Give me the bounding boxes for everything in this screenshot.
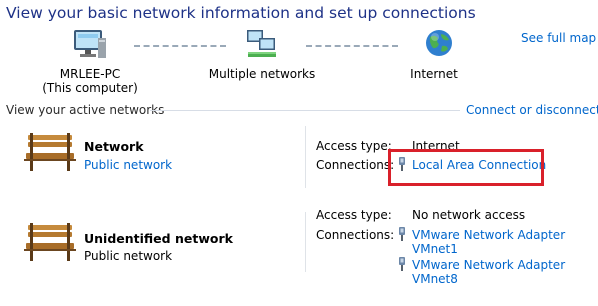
connection-icon	[396, 226, 408, 245]
vertical-divider	[305, 212, 306, 272]
divider	[150, 110, 460, 111]
computer-sub: (This computer)	[42, 81, 138, 95]
connections-label: Connections:	[316, 228, 395, 242]
network-name: Unidentified network	[84, 231, 233, 246]
network-category-link[interactable]: Public network	[84, 158, 172, 172]
network-name: Network	[84, 139, 144, 154]
globe-icon	[424, 28, 454, 58]
access-type-value: No network access	[412, 208, 526, 222]
connect-or-disconnect-link[interactable]: Connect or disconnect	[466, 103, 598, 117]
vmnet1-connection-link[interactable]: VMware Network Adapter VMnet1	[412, 228, 565, 256]
access-type-label: Access type:	[316, 139, 392, 153]
page-title: View your basic network information and …	[6, 4, 476, 22]
vmnet1-line1: VMware Network Adapter	[412, 228, 566, 242]
network-category: Public network	[84, 249, 173, 263]
connections-label: Connections:	[316, 158, 395, 172]
vmnet8-connection-link[interactable]: VMware Network Adapter VMnet8	[412, 258, 565, 286]
computer-label: MRLEE-PC (This computer)	[40, 67, 140, 95]
highlight-box	[388, 149, 544, 186]
computer-icon	[72, 28, 108, 62]
internet-label: Internet	[410, 67, 458, 81]
multiple-networks-label: Multiple networks	[208, 67, 316, 81]
see-full-map-link[interactable]: See full map	[521, 31, 596, 45]
vmnet1-line2: VMnet1	[412, 242, 458, 256]
map-connector	[306, 45, 398, 47]
computer-name: MRLEE-PC	[59, 67, 121, 81]
map-connector	[134, 45, 226, 47]
bench-icon	[22, 131, 78, 173]
vmnet8-line2: VMnet8	[412, 272, 458, 286]
connection-icon	[396, 256, 408, 275]
network-icon	[245, 28, 279, 60]
bench-icon	[22, 221, 78, 263]
vertical-divider	[305, 126, 306, 188]
access-type-label: Access type:	[316, 208, 392, 222]
active-networks-header: View your active networks	[6, 103, 165, 117]
vmnet8-line1: VMware Network Adapter	[412, 258, 566, 272]
